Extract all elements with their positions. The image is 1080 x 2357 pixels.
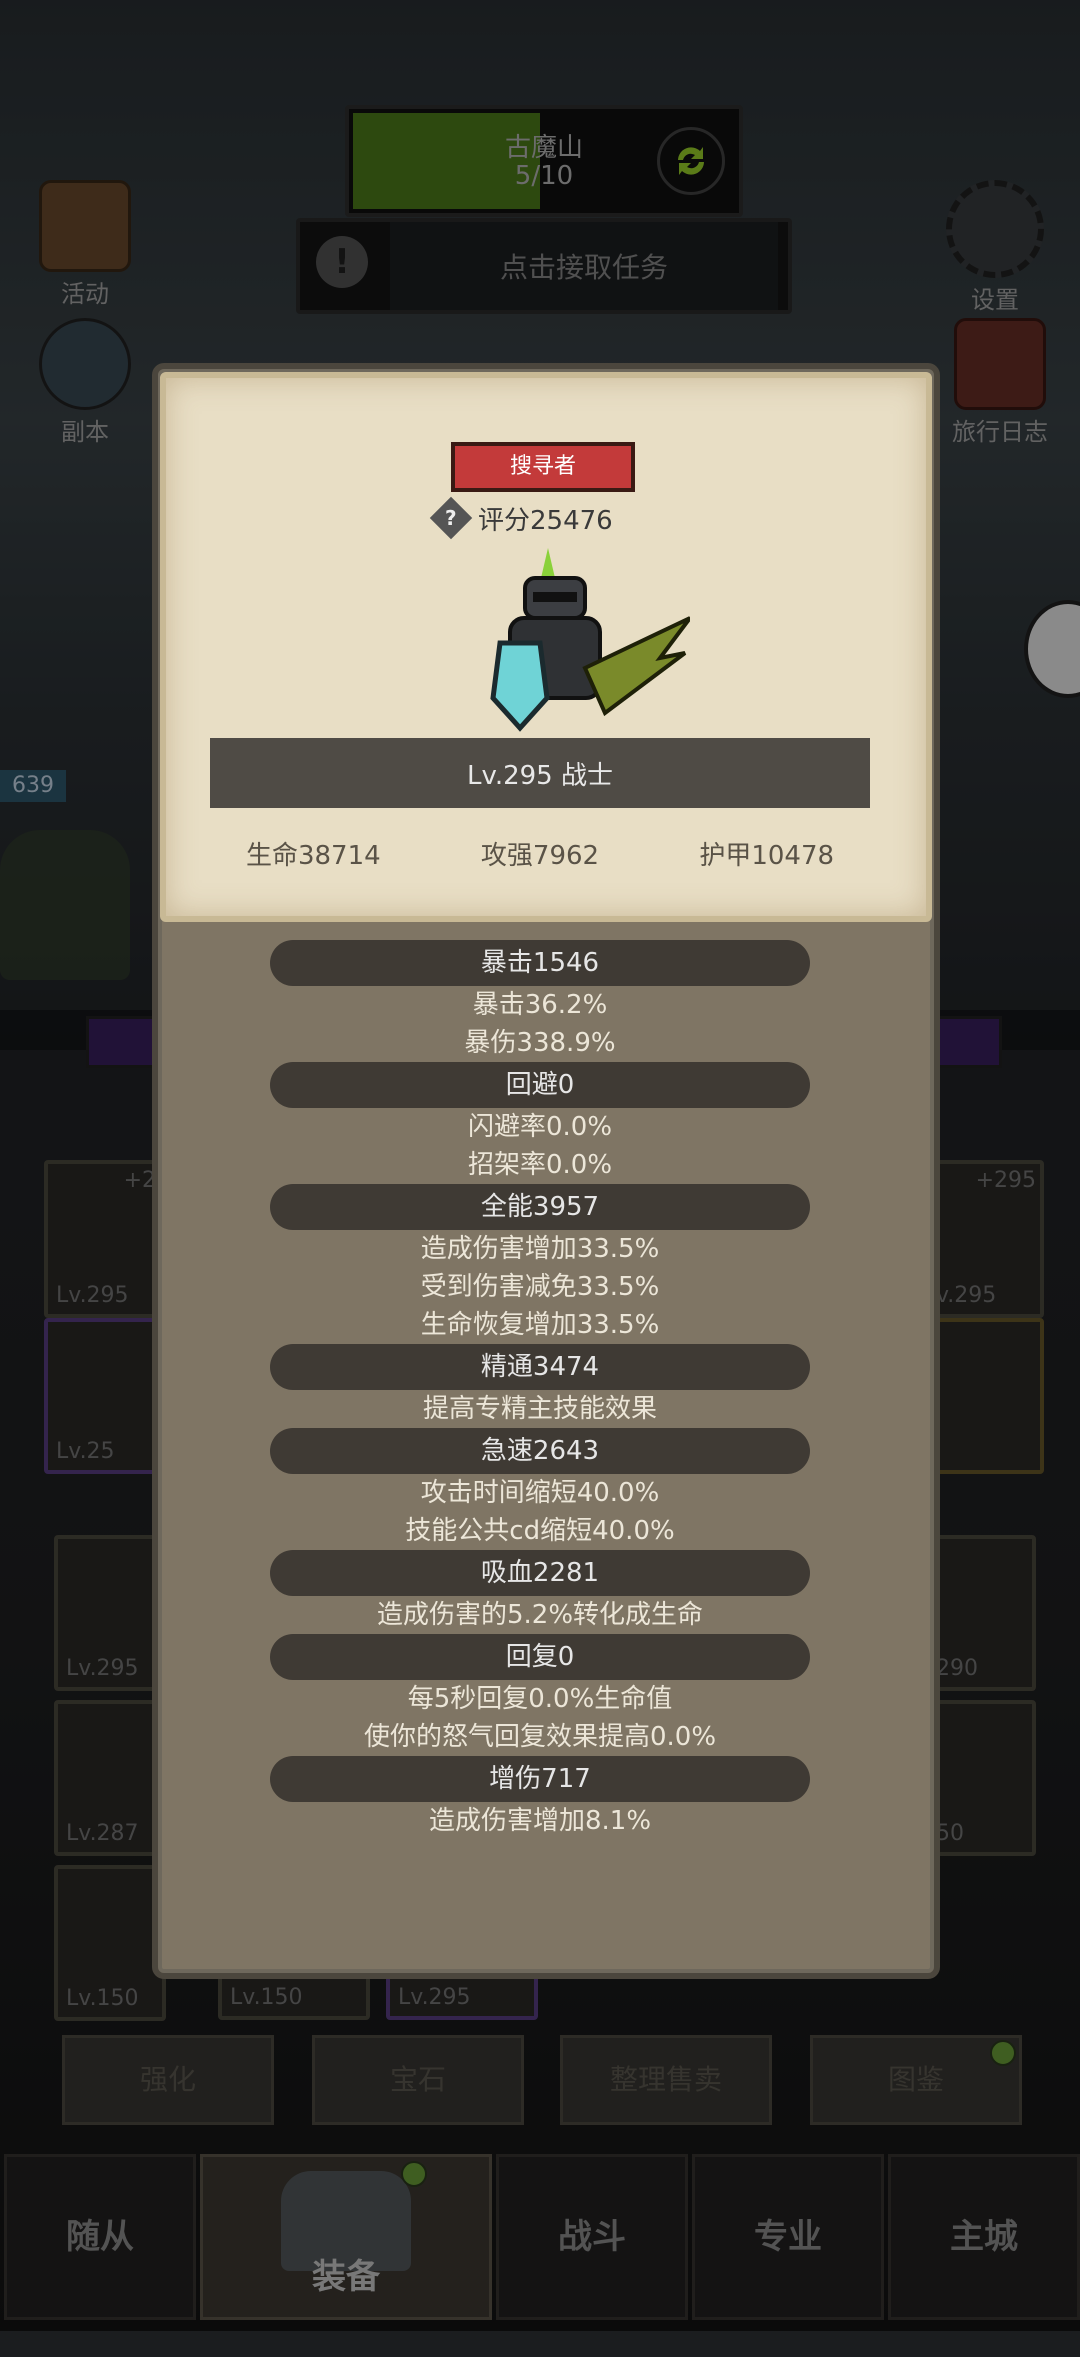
hp-stat: 生命38714 bbox=[245, 841, 381, 871]
stat-line: 暴伤338.9% bbox=[464, 1028, 616, 1058]
armor-stat: 护甲10478 bbox=[699, 841, 835, 871]
title-badge: 搜寻者 bbox=[451, 442, 635, 492]
stat-line: 招架率0.0% bbox=[467, 1150, 613, 1180]
secondary-stats-list: 暴击1546 暴击36.2% 暴伤338.9% 回避0 闪避率0.0% 招架率0… bbox=[160, 940, 920, 1840]
stat-line: 生命恢复增加33.5% bbox=[420, 1310, 660, 1340]
score-row: ? 评分25476 bbox=[429, 496, 696, 540]
stat-header-crit: 暴击1546 bbox=[270, 940, 810, 986]
stat-line: 受到伤害减免33.5% bbox=[420, 1272, 660, 1302]
level-class-banner: Lv.295 战士 bbox=[210, 738, 870, 808]
stat-line: 提高专精主技能效果 bbox=[422, 1394, 657, 1424]
stat-header-damage-bonus: 增伤717 bbox=[270, 1756, 810, 1802]
stat-line: 闪避率0.0% bbox=[467, 1112, 613, 1142]
help-icon[interactable]: ? bbox=[429, 496, 473, 540]
attack-stat: 攻强7962 bbox=[480, 841, 600, 871]
stat-line: 造成伤害增加8.1% bbox=[428, 1806, 652, 1836]
stat-header-versatility: 全能3957 bbox=[270, 1184, 810, 1230]
stat-line: 造成伤害增加33.5% bbox=[420, 1234, 660, 1264]
warrior-sprite bbox=[455, 548, 692, 738]
stat-line: 使你的怒气回复效果提高0.0% bbox=[363, 1722, 717, 1752]
stat-line: 技能公共cd缩短40.0% bbox=[405, 1516, 675, 1546]
stat-line: 攻击时间缩短40.0% bbox=[420, 1478, 660, 1508]
stat-header-mastery: 精通3474 bbox=[270, 1344, 810, 1390]
base-stats-row: 生命38714 攻强7962 护甲10478 bbox=[200, 835, 880, 872]
stat-line: 造成伤害的5.2%转化成生命 bbox=[376, 1600, 704, 1630]
stat-header-haste: 急速2643 bbox=[270, 1428, 810, 1474]
stat-header-lifesteal: 吸血2281 bbox=[270, 1550, 810, 1596]
stat-header-regen: 回复0 bbox=[270, 1634, 810, 1680]
score-value: 评分25476 bbox=[478, 505, 613, 536]
stat-header-avoidance: 回避0 bbox=[270, 1062, 810, 1108]
stat-line: 暴击36.2% bbox=[472, 990, 608, 1020]
stat-line: 每5秒回复0.0%生命值 bbox=[407, 1684, 673, 1714]
